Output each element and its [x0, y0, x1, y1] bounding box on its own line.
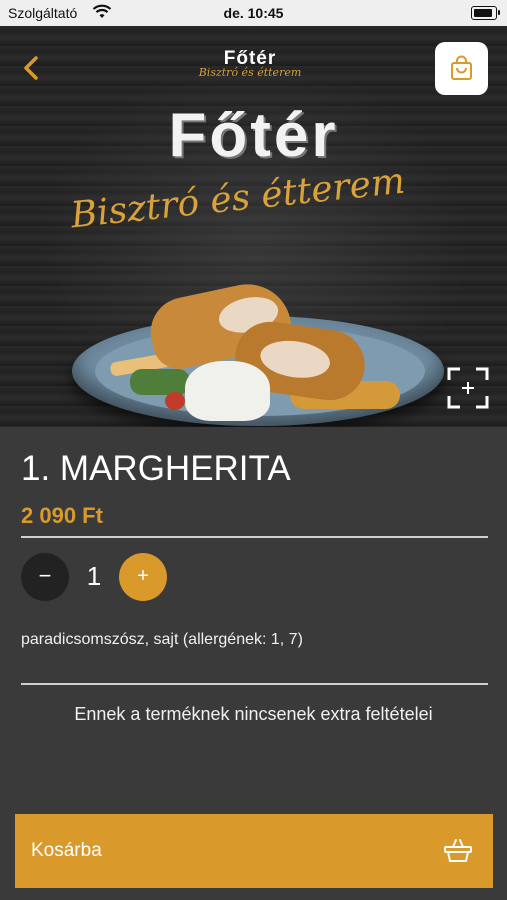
add-to-cart-button[interactable]: Kosárba	[15, 814, 493, 888]
hero-logo: Főtér Bisztró és étterem	[0, 96, 507, 236]
expand-icon[interactable]	[446, 366, 490, 410]
hero-logo-sub: Bisztró és étterem	[68, 160, 407, 237]
product-image: Főtér Bisztró és étterem Főtér Bisztró é…	[0, 26, 507, 427]
battery-icon	[471, 6, 500, 20]
add-to-cart-label: Kosárba	[31, 840, 102, 861]
divider	[21, 536, 488, 538]
back-button[interactable]	[14, 50, 50, 86]
header-logo-sub: Bisztró és étterem	[198, 66, 302, 79]
product-price: 2 090 Ft	[21, 503, 103, 528]
quantity-decrease-button[interactable]: −	[21, 553, 69, 601]
vegetables	[130, 369, 190, 395]
basket-icon	[444, 839, 472, 862]
rice	[185, 361, 270, 421]
status-bar: Szolgáltató de. 10:45	[0, 0, 507, 26]
no-extras-message: Ennek a terméknek nincsenek extra feltét…	[74, 704, 433, 724]
hero-logo-main: Főtér	[168, 101, 339, 170]
quantity-value: 1	[86, 561, 102, 591]
header-logo: Főtér Bisztró és étterem	[190, 48, 310, 92]
shopping-bag-icon	[451, 55, 472, 80]
back-chevron-icon	[24, 56, 38, 80]
product-title: 1. MARGHERITA	[21, 449, 291, 488]
product-description: paradicsomszósz, sajt (allergének: 1, 7)	[21, 631, 303, 648]
divider	[21, 683, 488, 685]
quantity-increase-button[interactable]: +	[119, 553, 167, 601]
product-details: 1. MARGHERITA 2 090 Ft − 1 + paradicsoms…	[0, 427, 507, 900]
tomato	[165, 392, 185, 410]
cart-bag-button[interactable]	[435, 42, 488, 95]
clock: de. 10:45	[223, 5, 284, 21]
